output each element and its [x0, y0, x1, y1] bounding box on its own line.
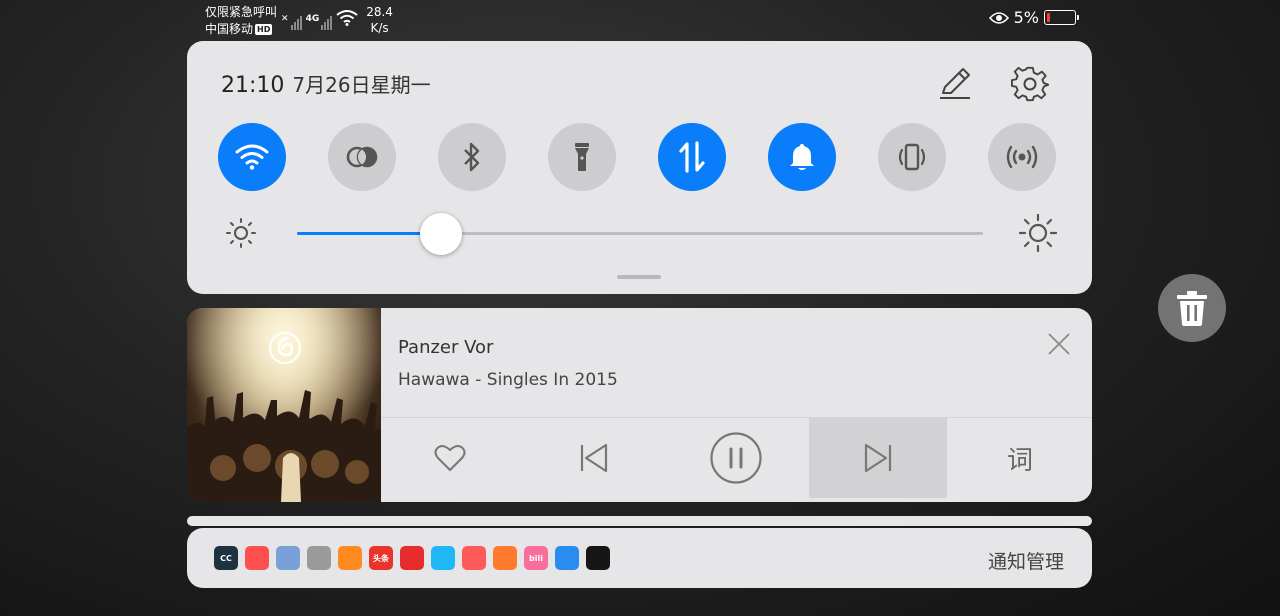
notification-manage-button[interactable]: 通知管理	[988, 547, 1064, 574]
sim2-signal-icon: 4G	[306, 4, 333, 30]
clear-all-button[interactable]	[1158, 274, 1226, 342]
app-files-icon	[307, 546, 331, 570]
flashlight-icon	[575, 143, 589, 171]
quick-toggles	[218, 123, 1056, 191]
toggle-flashlight[interactable]	[548, 123, 616, 191]
carrier-name: 中国移动	[205, 22, 254, 36]
notification-summary-bar: CC 头条 bili 通知管理	[187, 528, 1092, 588]
toggle-dual-sim[interactable]	[328, 123, 396, 191]
hotspot-icon	[1006, 145, 1038, 169]
media-notification[interactable]: Panzer Vor Hawawa - Singles In 2015 词	[187, 308, 1092, 502]
brightness-control	[225, 213, 1057, 255]
clock-date: 7月26日星期一	[292, 73, 431, 97]
status-left: 仅限紧急呼叫 中国移动 HD ✕ 4G 28.4 K/s	[205, 4, 393, 38]
trash-icon	[1177, 291, 1207, 326]
toggle-bluetooth[interactable]	[438, 123, 506, 191]
battery-percent: 5%	[1013, 8, 1039, 27]
app-icon-row: CC 头条 bili	[214, 546, 610, 570]
datetime: 21:10 7月26日星期一	[221, 69, 431, 98]
bluetooth-icon	[464, 142, 480, 172]
app-hotspot-app-icon	[555, 546, 579, 570]
app-video-player-icon	[493, 546, 517, 570]
carrier-info: 仅限紧急呼叫 中国移动 HD	[205, 4, 277, 38]
battery-icon	[1044, 10, 1079, 25]
edit-button[interactable]	[935, 63, 975, 103]
eye-icon	[988, 11, 1009, 24]
wifi-icon	[235, 144, 269, 170]
net-speed-value: 28.4	[366, 5, 393, 19]
brightness-high-icon	[1019, 214, 1057, 252]
carrier-name-row: 中国移动 HD	[205, 21, 277, 38]
gear-icon	[1011, 66, 1049, 102]
brightness-slider-thumb[interactable]	[420, 213, 463, 255]
media-controls: 词	[381, 418, 1092, 502]
skip-previous-icon	[580, 443, 608, 473]
app-cc-icon: CC	[214, 546, 238, 570]
like-button[interactable]	[381, 418, 519, 498]
pause-icon	[710, 432, 762, 484]
app-qq-icon	[431, 546, 455, 570]
stacked-notification-edge	[187, 516, 1092, 526]
skip-next-icon	[864, 443, 892, 473]
app-battery-app-icon	[462, 546, 486, 570]
battery-fill	[1047, 13, 1050, 22]
clock-time: 21:10	[221, 73, 285, 98]
net-speed-unit: K/s	[370, 21, 389, 35]
toggle-auto-rotate[interactable]	[878, 123, 946, 191]
app-netease-music-icon	[400, 546, 424, 570]
wifi-status-icon	[336, 10, 358, 26]
bell-icon	[790, 144, 814, 170]
quick-settings-panel: 21:10 7月26日星期一	[187, 41, 1092, 294]
emergency-text: 仅限紧急呼叫	[205, 5, 278, 19]
toggle-sound[interactable]	[768, 123, 836, 191]
app-hourglass-icon	[276, 546, 300, 570]
heart-icon	[434, 444, 466, 471]
data-arrows-icon	[679, 141, 705, 173]
media-close-button[interactable]	[1045, 330, 1073, 358]
sim-circles-icon	[346, 146, 378, 168]
lyrics-label: 词	[1006, 445, 1033, 476]
hd-badge: HD	[255, 24, 273, 35]
album-art	[187, 308, 381, 502]
app-video-camera-icon	[245, 546, 269, 570]
song-title: Panzer Vor	[398, 337, 494, 358]
app-uc-browser-icon	[338, 546, 362, 570]
status-right: 5%	[988, 8, 1079, 27]
previous-button[interactable]	[525, 418, 663, 498]
settings-button[interactable]	[1009, 63, 1051, 105]
panel-drag-handle[interactable]	[617, 275, 661, 279]
app-toutiao-icon: 头条	[369, 546, 393, 570]
artist-album: Hawawa - Singles In 2015	[398, 370, 618, 390]
status-bar: 仅限紧急呼叫 中国移动 HD ✕ 4G 28.4 K/s 5%	[0, 0, 1280, 40]
next-button[interactable]	[809, 418, 947, 498]
pencil-icon	[940, 68, 970, 99]
netease-logo-icon	[268, 331, 302, 365]
close-icon	[1048, 333, 1070, 355]
app-tiktok-icon	[586, 546, 610, 570]
lyrics-button[interactable]: 词	[951, 418, 1089, 498]
network-type: 4G	[305, 14, 320, 24]
toggle-mobile-data[interactable]	[658, 123, 726, 191]
net-speed: 28.4 K/s	[366, 4, 393, 36]
brightness-low-icon	[226, 218, 256, 248]
rotate-phone-icon	[898, 143, 926, 171]
sim1-signal-icon: ✕	[281, 4, 302, 30]
toggle-hotspot[interactable]	[988, 123, 1056, 191]
brightness-slider[interactable]	[297, 213, 983, 255]
pause-button[interactable]	[667, 418, 805, 498]
toggle-wifi[interactable]	[218, 123, 286, 191]
app-bilibili-icon: bili	[524, 546, 548, 570]
